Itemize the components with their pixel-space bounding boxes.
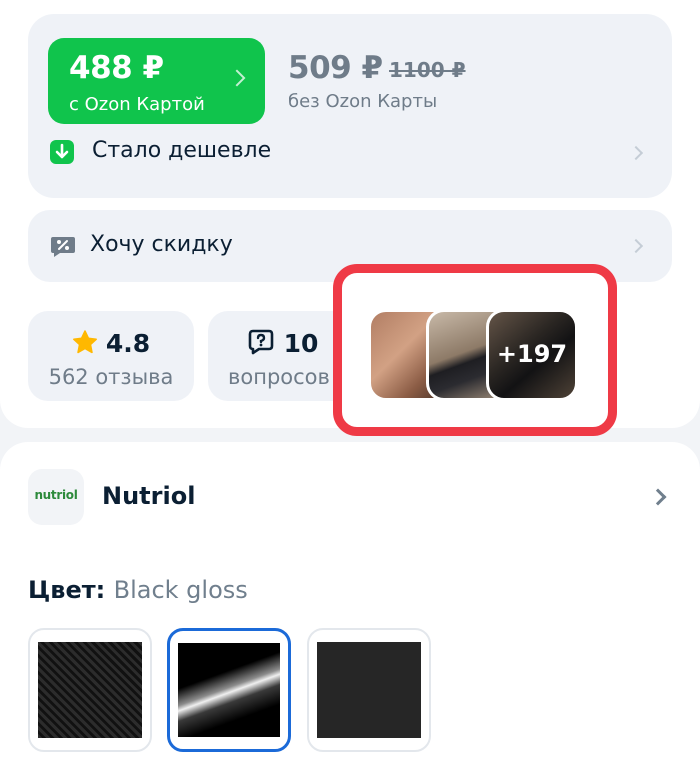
rating-row: 4.8 <box>28 329 194 361</box>
chevron-right-icon <box>228 69 246 87</box>
color-label-text: Цвет: <box>28 576 106 604</box>
price-card: 488 ₽ с Ozon Картой 509 ₽ 1100 ₽ без Ozo… <box>28 14 672 198</box>
discount-tag-icon <box>50 236 76 258</box>
color-swatch-carbon[interactable] <box>28 628 152 752</box>
color-label: Цвет: Black gloss <box>28 576 248 604</box>
regular-price: 509 ₽ <box>288 50 383 86</box>
brand-row[interactable]: nutriol Nutriol <box>28 469 672 525</box>
question-bubble-icon <box>248 329 274 361</box>
chevron-right-icon <box>628 145 644 161</box>
ozon-card-price-button[interactable]: 488 ₽ с Ozon Картой <box>48 38 265 124</box>
star-icon <box>72 330 98 361</box>
price-dropped-label: Стало дешевле <box>92 138 272 163</box>
color-swatch-black-gloss[interactable] <box>167 628 291 752</box>
price-dropped-row[interactable]: Стало дешевле <box>48 138 652 170</box>
swatch-image <box>317 642 421 738</box>
reviews-count: 562 отзыва <box>48 365 174 389</box>
rating-value: 4.8 <box>105 329 151 358</box>
old-price: 1100 ₽ <box>389 58 466 82</box>
brand-name: Nutriol <box>102 482 196 510</box>
color-selected-value: Black gloss <box>113 576 248 604</box>
want-discount-label: Хочу скидку <box>90 232 233 257</box>
brand-logo: nutriol <box>28 469 84 525</box>
review-photo-more[interactable]: +197 <box>486 309 578 401</box>
ozon-card-caption: с Ozon Картой <box>69 94 205 115</box>
rating-card[interactable]: 4.8 562 отзыва <box>28 311 194 401</box>
swatch-image <box>178 643 280 737</box>
questions-count: 10 <box>283 329 319 358</box>
arrow-down-icon <box>50 140 74 164</box>
chevron-right-icon <box>649 488 667 506</box>
more-photos-count: +197 <box>496 340 568 368</box>
chevron-right-icon <box>628 238 644 254</box>
color-swatch-black-matte[interactable] <box>307 628 431 752</box>
brand-logo-text: nutriol <box>34 488 78 502</box>
swatch-image <box>38 642 142 738</box>
ozon-card-price: 488 ₽ <box>69 50 164 86</box>
regular-price-caption: без Ozon Карты <box>288 91 438 112</box>
